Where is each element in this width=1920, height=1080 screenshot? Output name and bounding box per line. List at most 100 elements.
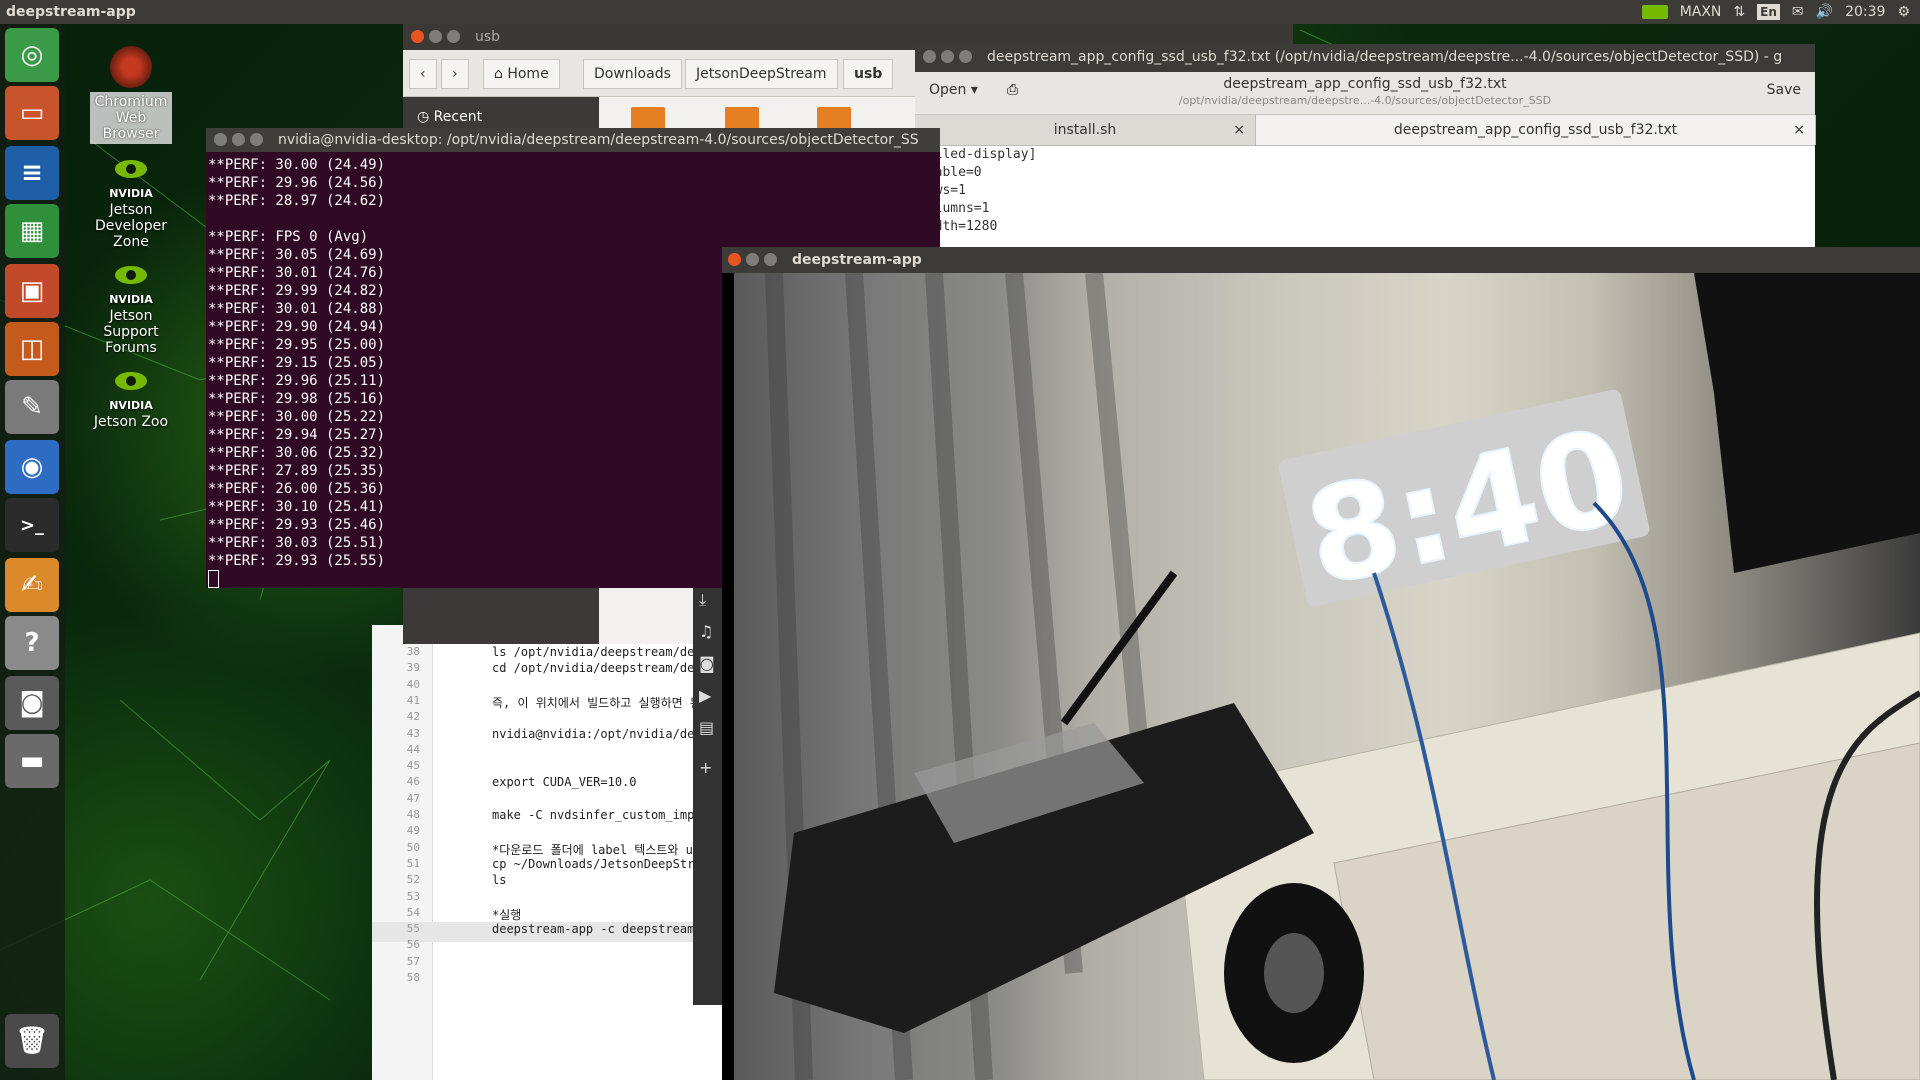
maximize-icon[interactable] xyxy=(959,50,972,63)
terminal-output[interactable]: **PERF: 30.00 (24.49) **PERF: 29.96 (24.5… xyxy=(208,156,385,590)
terminal-line: **PERF: 28.97 (24.62) xyxy=(208,193,386,209)
minimize-icon[interactable] xyxy=(941,50,954,63)
config-line: width=1280 xyxy=(919,219,998,234)
save-button[interactable]: Save xyxy=(1767,82,1801,98)
line-number: 43 xyxy=(406,726,420,740)
terminal-window-title: nvidia@nvidia-desktop: /opt/nvidia/deeps… xyxy=(278,132,919,148)
desktop-icon-jetson-support-forums[interactable]: NVIDIA Jetson Support Forums xyxy=(90,264,172,356)
nvidia-indicator-icon[interactable] xyxy=(1641,5,1668,19)
terminal-line: **PERF: 29.90 (24.94) xyxy=(208,319,386,335)
libreoffice-writer-icon[interactable]: ≡ xyxy=(5,146,59,200)
music-icon[interactable]: ♫ xyxy=(699,622,713,641)
crumb-usb[interactable]: usb xyxy=(843,59,894,89)
sidebar-item-recent[interactable]: ◷ Recent xyxy=(417,105,482,129)
maximize-icon[interactable] xyxy=(447,30,460,43)
terminal-line: **PERF: 30.00 (24.49) xyxy=(208,157,386,173)
download-icon[interactable]: ⤓ xyxy=(699,590,706,610)
ubuntu-dash-icon[interactable]: ◎ xyxy=(5,28,59,82)
brand-label: NVIDIA xyxy=(109,399,153,412)
terminal-icon[interactable]: >_ xyxy=(5,498,59,552)
terminal-line: **PERF: 29.99 (24.82) xyxy=(208,283,386,299)
terminal-line: **PERF: 29.96 (25.11) xyxy=(208,373,386,389)
keyboard-layout-indicator[interactable]: En xyxy=(1757,4,1780,20)
terminal-line: **PERF: 30.01 (24.76) xyxy=(208,265,386,281)
clock[interactable]: 20:39 xyxy=(1845,0,1885,24)
gedit-titlebar[interactable]: deepstream_app_config_ssd_usb_f32.txt (/… xyxy=(915,44,1815,72)
power-mode-label[interactable]: MAXN xyxy=(1680,0,1722,24)
line-number: 56 xyxy=(406,938,420,952)
software-center-icon[interactable]: ◫ xyxy=(5,322,59,376)
system-settings-icon[interactable]: ✎ xyxy=(5,380,59,434)
line-text: cp ~/Downloads/JetsonDeepStr xyxy=(492,856,695,871)
clock-icon: ◷ xyxy=(417,109,434,125)
desktop-icon-chromium[interactable]: Chromium Web Browser xyxy=(90,44,172,144)
document-title: deepstream_app_config_ssd_usb_f32.txt xyxy=(1223,76,1507,92)
network-icon[interactable]: ⇅ xyxy=(1733,0,1745,24)
screenshot-camera-icon[interactable]: ◙ xyxy=(5,676,59,730)
minimize-icon[interactable] xyxy=(429,30,442,43)
config-line: columns=1 xyxy=(919,201,990,216)
deepstream-app-titlebar[interactable]: deepstream-app xyxy=(722,247,1920,273)
close-icon[interactable] xyxy=(411,30,424,43)
terminal-line: **PERF: 29.93 (25.46) xyxy=(208,517,386,533)
gedit-window-title: deepstream_app_config_ssd_usb_f32.txt (/… xyxy=(987,49,1783,65)
camera-icon[interactable]: ◙ xyxy=(699,654,715,673)
minimize-icon[interactable] xyxy=(746,253,759,266)
close-icon[interactable] xyxy=(923,50,936,63)
libreoffice-calc-icon[interactable]: ▦ xyxy=(5,204,59,258)
libreoffice-impress-icon[interactable]: ▣ xyxy=(5,264,59,318)
line-number: 47 xyxy=(406,791,420,805)
terminal-line: **PERF: 30.10 (25.41) xyxy=(208,499,386,515)
line-text: ls /opt/nvidia/deepstream/de xyxy=(492,645,695,659)
maximize-icon[interactable] xyxy=(250,133,263,146)
gedit-window[interactable]: deepstream_app_config_ssd_usb_f32.txt (/… xyxy=(915,44,1816,264)
terminal-line: **PERF: 30.01 (24.88) xyxy=(208,301,386,317)
brand-label: NVIDIA xyxy=(109,187,153,200)
crumb-jetsondeepstream[interactable]: JetsonDeepStream xyxy=(685,59,838,89)
video-icon[interactable]: ▶ xyxy=(699,686,711,705)
line-text: *실행 xyxy=(492,907,522,922)
trash-icon[interactable]: 🗑 xyxy=(5,1014,59,1068)
notes-editor-window[interactable]: 38 ls /opt/nvidia/deepstream/de 39 cd /opt/… xyxy=(372,625,722,1080)
terminal-cursor xyxy=(208,570,219,588)
line-number: 50 xyxy=(406,840,420,854)
terminal-line: **PERF: 30.05 (24.69) xyxy=(208,247,386,263)
nvidia-logo-icon xyxy=(115,266,147,284)
mail-icon[interactable]: ✉ xyxy=(1792,0,1804,24)
text-editor-icon[interactable]: ✍ xyxy=(5,558,59,612)
line-number: 38 xyxy=(406,645,420,658)
line-number: 51 xyxy=(406,856,420,870)
tab-config-file[interactable]: deepstream_app_config_ssd_usb_f32.txt × xyxy=(1256,115,1816,145)
minimize-icon[interactable] xyxy=(232,133,245,146)
crumb-home[interactable]: ⌂ Home xyxy=(483,59,560,89)
maximize-icon[interactable] xyxy=(764,253,777,266)
files-window-title: usb xyxy=(475,29,501,45)
drive-icon[interactable]: ▬ xyxy=(5,734,59,788)
line-text: deepstream-app -c deepstream xyxy=(492,922,695,937)
close-icon[interactable] xyxy=(214,133,227,146)
back-arrow-icon[interactable]: ‹ xyxy=(409,59,437,89)
line-number: 39 xyxy=(406,661,420,675)
line-number: 42 xyxy=(406,710,420,724)
close-icon[interactable] xyxy=(728,253,741,266)
desktop-icon-label: Jetson Zoo xyxy=(93,414,169,430)
forward-arrow-icon[interactable]: › xyxy=(441,59,469,89)
close-icon: × xyxy=(1233,122,1245,138)
crumb-downloads[interactable]: Downloads xyxy=(583,59,682,89)
terminal-titlebar[interactable]: nvidia@nvidia-desktop: /opt/nvidia/deeps… xyxy=(206,128,940,152)
terminal-line: **PERF: FPS 0 (Avg) xyxy=(208,229,369,245)
trash-icon[interactable]: ▤ xyxy=(699,718,714,737)
volume-icon[interactable]: 🔊 xyxy=(1816,0,1833,24)
help-icon[interactable]: ? xyxy=(5,616,59,670)
chromium-icon[interactable]: ◉ xyxy=(5,440,59,494)
code-line[interactable]: 58 xyxy=(372,971,722,991)
files-icon[interactable]: ▭ xyxy=(5,86,59,140)
settings-gear-icon[interactable]: ⚙ xyxy=(1897,0,1910,24)
desktop-icon-jetson-developer-zone[interactable]: NVIDIA Jetson Developer Zone xyxy=(90,158,172,250)
active-app-title: deepstream-app xyxy=(6,4,136,20)
tab-install-sh[interactable]: install.sh × xyxy=(915,115,1256,145)
add-icon[interactable]: + xyxy=(699,758,712,777)
close-icon: × xyxy=(1793,122,1805,138)
deepstream-app-window[interactable]: deepstream-app 8:40 xyxy=(722,247,1920,1080)
desktop-icon-jetson-zoo[interactable]: NVIDIA Jetson Zoo xyxy=(90,370,172,430)
